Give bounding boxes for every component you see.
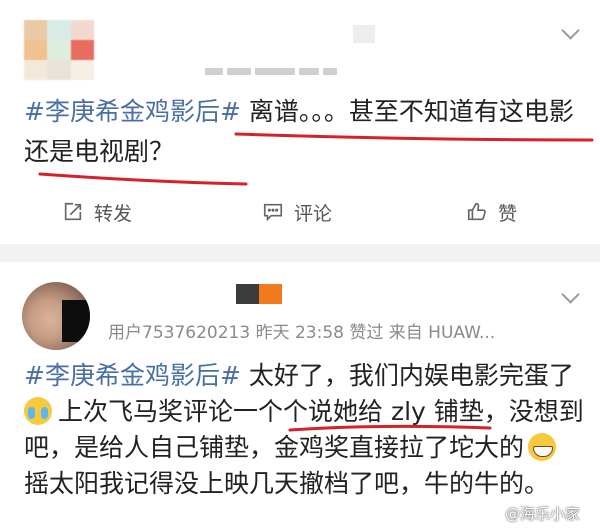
comment-label: 评论 [294, 202, 333, 225]
post-text: 吧，是给人自己铺垫，金鸡奖直接拉了坨大的 [24, 433, 525, 462]
like-icon [467, 202, 486, 221]
repost-label: 转发 [94, 202, 133, 225]
watermark: @海乐小家 [504, 505, 580, 523]
hashtag-link[interactable]: #李庚希金鸡影后# [24, 97, 241, 126]
hashtag-link[interactable]: #李庚希金鸡影后# [24, 361, 241, 390]
avatar[interactable] [24, 20, 94, 80]
comment-icon [263, 203, 283, 222]
post-text: 太好了，我们内娱电影完蛋了 [240, 361, 574, 390]
feed-separator [0, 244, 600, 262]
post-card-2: 用户7537620213 昨天 23:58 赞过 来自 HUAW... #李庚希… [0, 262, 600, 532]
repost-icon [64, 202, 82, 221]
post-text-line-2: 还是电视剧？ [24, 136, 174, 168]
post-text-line-3: 吧，是给人自己铺垫，金鸡奖直接拉了坨大的 [24, 432, 557, 464]
grinning-emoji-icon [528, 433, 557, 461]
weibo-feed-screenshot: #李庚希金鸡影后# 离谱。。。甚至不知道有这电影 还是电视剧？ 转发 评论 赞 … [0, 0, 600, 532]
post-text: 还是电视剧？ [24, 137, 175, 166]
post-meta: 用户7537620213 昨天 23:58 赞过 来自 HUAW... [108, 323, 496, 343]
username-mosaic [236, 284, 282, 304]
post-card-1: #李庚希金鸡影后# 离谱。。。甚至不知道有这电影 还是电视剧？ 转发 评论 赞 [0, 0, 600, 244]
action-bar: 转发 评论 赞 [0, 195, 600, 229]
avatar[interactable] [22, 282, 90, 350]
post-text-line-4: 摇太阳我记得没上映几天撤档了吧，牛的牛的。 [24, 468, 549, 500]
post-text: 摇太阳我记得没上映几天撤档了吧，牛的牛的。 [24, 469, 550, 498]
post-text-line-1: #李庚希金鸡影后# 离谱。。。甚至不知道有这电影 [24, 96, 574, 128]
post-text-line-2: 上次飞马奖评论一个个说她给 zly 铺垫，没想到 [24, 396, 584, 428]
post-meta-obscured [205, 66, 375, 76]
chevron-down-icon[interactable] [561, 285, 580, 304]
like-button[interactable]: 赞 [466, 195, 517, 229]
post-text-line-1: #李庚希金鸡影后# 太好了，我们内娱电影完蛋了 [24, 360, 574, 392]
post-text: 上次飞马奖评论一个个说她给 zly 铺垫，没想到 [58, 397, 584, 426]
crying-emoji-icon [24, 397, 52, 425]
avatar-redaction [62, 300, 90, 342]
post-text: 离谱。。。甚至不知道有这电影 [240, 97, 574, 126]
comment-button[interactable]: 评论 [262, 195, 332, 229]
like-label: 赞 [498, 202, 518, 225]
username-mosaic [353, 25, 375, 43]
repost-button[interactable]: 转发 [62, 195, 132, 229]
chevron-down-icon[interactable] [561, 21, 580, 40]
